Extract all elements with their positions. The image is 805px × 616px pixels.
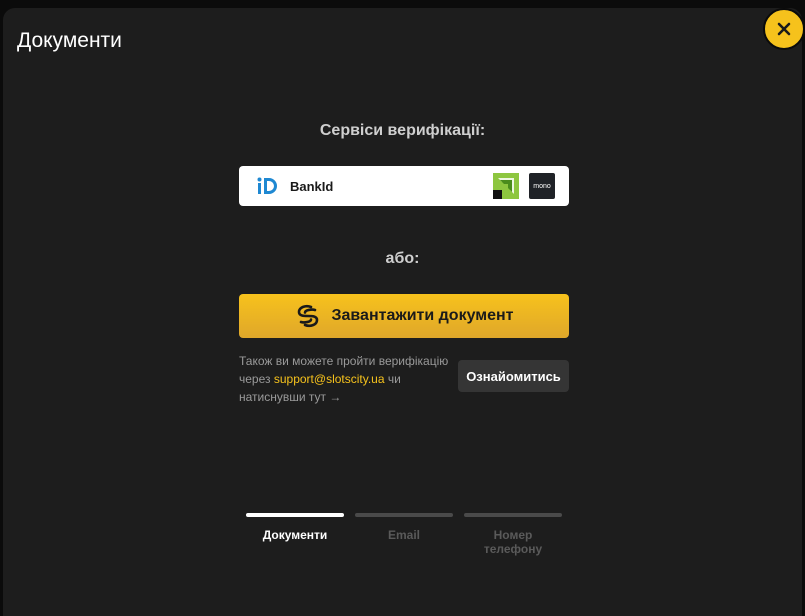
modal-title: Документи xyxy=(17,29,122,52)
support-email-link[interactable]: support@slotscity.ua xyxy=(274,372,385,386)
close-button[interactable] xyxy=(763,8,805,50)
bankid-icon xyxy=(257,177,277,194)
close-icon xyxy=(777,22,791,36)
step-progress-bar xyxy=(246,513,344,517)
step-progress-bar xyxy=(355,513,453,517)
step-documents[interactable]: Документи xyxy=(246,513,344,542)
step-phone-number[interactable]: Номер телефону xyxy=(464,513,562,556)
bankid-button[interactable]: BankId mono xyxy=(239,166,569,206)
sumsub-icon xyxy=(297,304,318,328)
alternative-verification-text: Також ви можете пройти верифікацію через… xyxy=(239,352,454,406)
step-label: Номер телефону xyxy=(483,528,543,556)
step-label: Документи xyxy=(262,528,328,542)
verification-services-title: Сервіси верифікації: xyxy=(319,122,486,139)
bankid-label: BankId xyxy=(290,178,334,194)
step-label: Email xyxy=(387,528,420,542)
mono-logo-text: mono xyxy=(533,182,551,190)
privatbank-icon xyxy=(493,173,519,199)
upload-document-button[interactable]: Завантажити документ xyxy=(239,294,569,338)
or-divider-text: або: xyxy=(385,250,420,267)
monobank-icon: mono xyxy=(529,173,555,199)
upload-document-label: Завантажити документ xyxy=(331,307,514,324)
step-email[interactable]: Email xyxy=(355,513,453,542)
learn-more-button[interactable]: Ознайомитись xyxy=(458,360,569,392)
step-progress-bar xyxy=(464,513,562,517)
